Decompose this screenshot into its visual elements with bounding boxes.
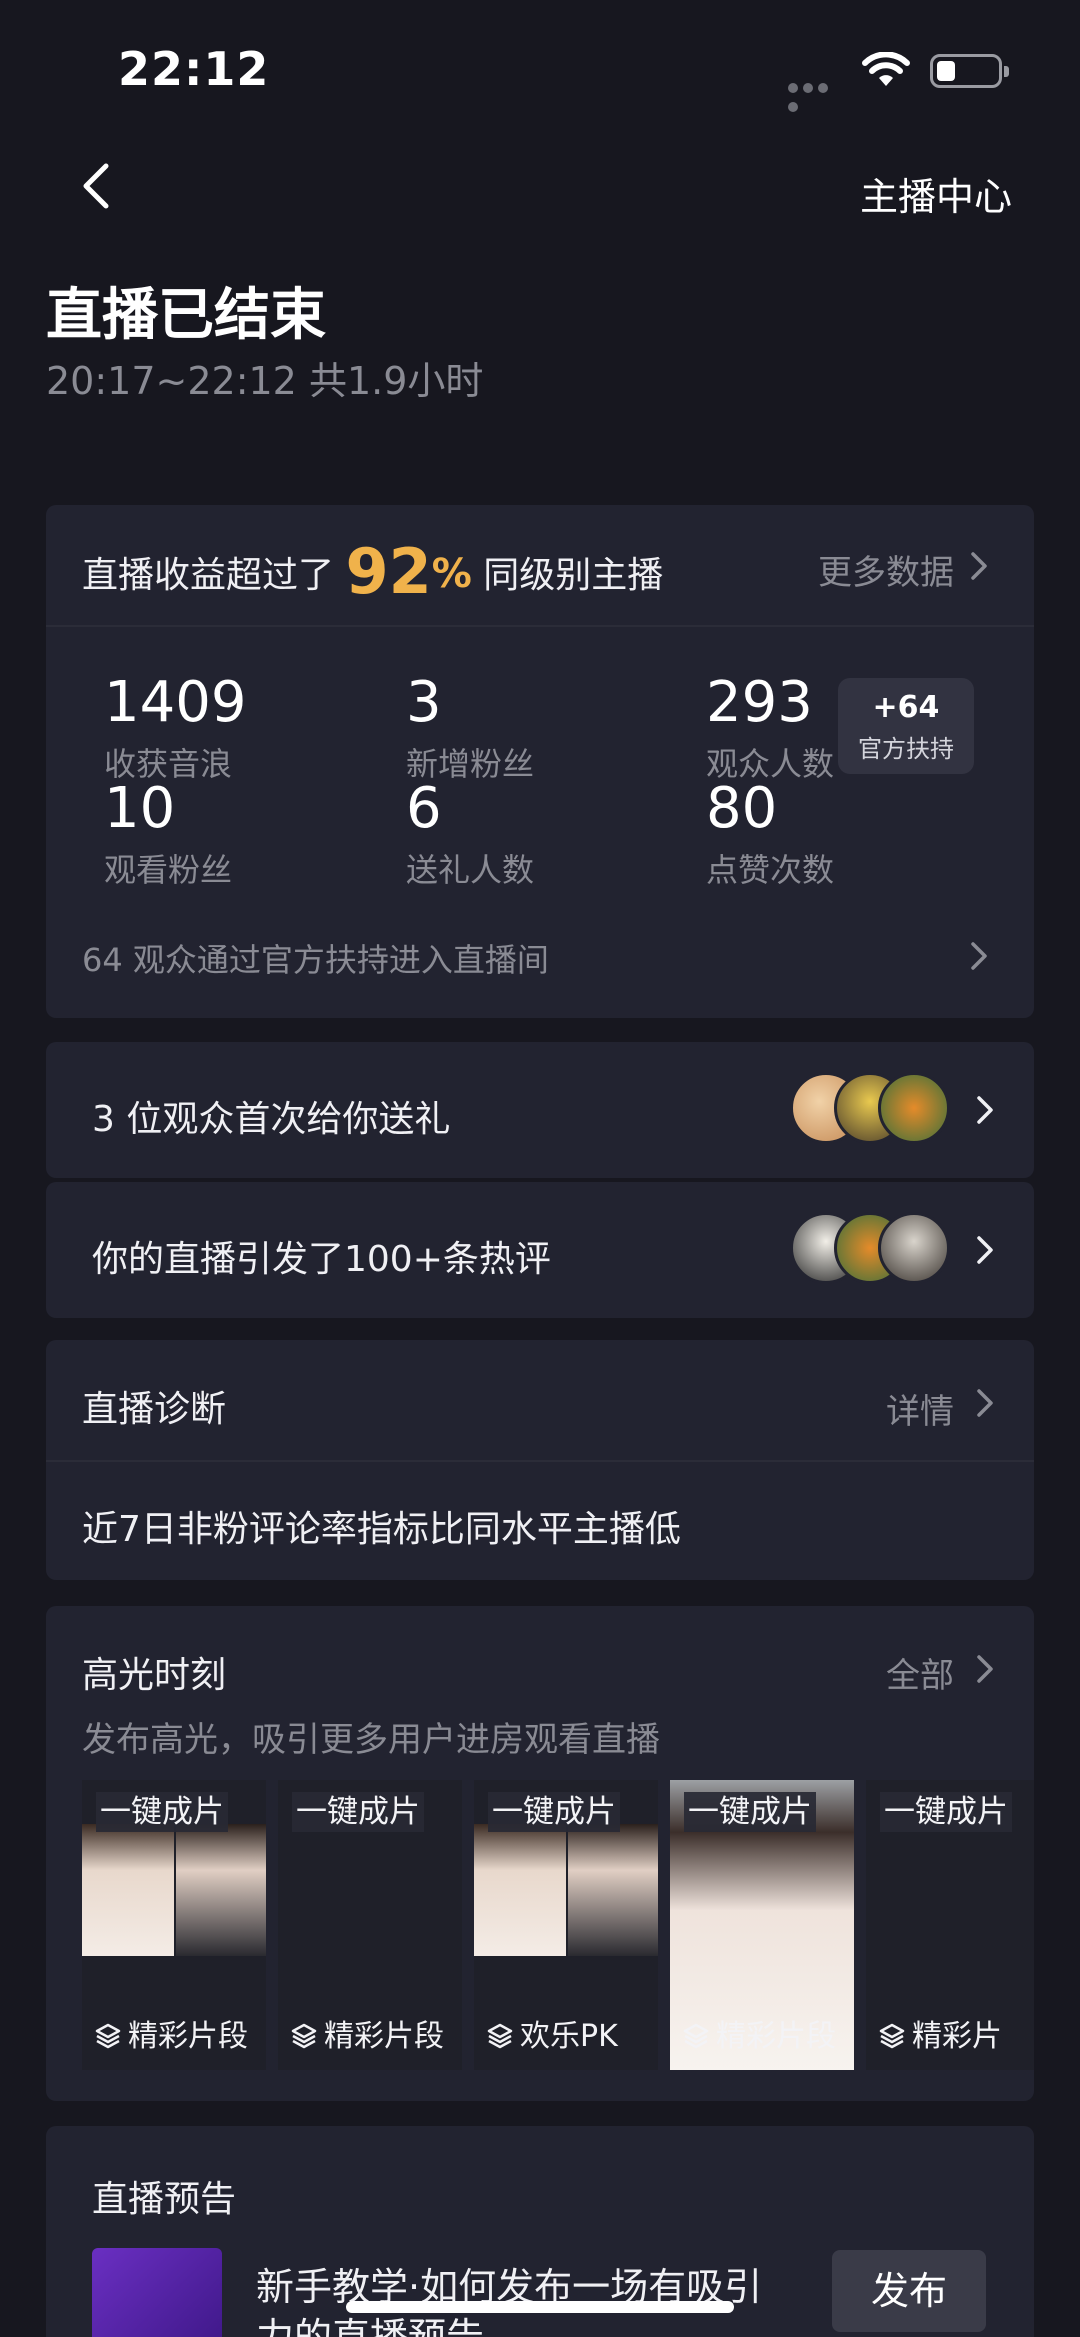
live-duration: 20:17~22:12 共1.9小时 bbox=[46, 359, 484, 403]
avatar-stack bbox=[790, 1212, 954, 1288]
highlight-clip[interactable]: 一键成片 精彩片段 bbox=[82, 1780, 266, 2070]
earnings-card: 直播收益超过了 92% 同级别主播 更多数据 1409 收获音浪 3 新增粉丝 … bbox=[46, 505, 1034, 1018]
stat-watching-fans: 10 观看粉丝 bbox=[104, 781, 232, 891]
clip-thumbnail bbox=[176, 1824, 266, 1956]
status-time: 22:12 bbox=[118, 42, 270, 96]
diagnosis-card: 直播诊断 详情 近7日非粉评论率指标比同水平主播低 bbox=[46, 1340, 1034, 1580]
first-gift-row[interactable]: 3 位观众首次给你送礼 bbox=[46, 1042, 1034, 1178]
stat-label: 观看粉丝 bbox=[104, 851, 233, 889]
earnings-percent: 92 bbox=[345, 535, 432, 608]
highlights-card: 高光时刻 全部 发布高光，吸引更多用户进房观看直播 一键成片 精彩片段 一键成片… bbox=[46, 1606, 1034, 2101]
clip-thumbnail bbox=[474, 1824, 566, 1956]
layers-icon bbox=[878, 2022, 906, 2058]
clip-thumbnail bbox=[568, 1824, 658, 1956]
clip-bottom-label: 精彩片 bbox=[912, 2019, 1002, 2054]
home-indicator[interactable] bbox=[346, 2301, 734, 2313]
anchor-center-link[interactable]: 主播中心 bbox=[860, 166, 1012, 221]
clip-top-label: 一键成片 bbox=[488, 1792, 620, 1832]
highlights-description: 发布高光，吸引更多用户进房观看直播 bbox=[82, 1720, 660, 1760]
diagnosis-title: 直播诊断 bbox=[82, 1389, 227, 1430]
clip-bottom-label: 精彩片段 bbox=[716, 2019, 836, 2054]
official-boost-badge: +64 官方扶持 bbox=[838, 678, 974, 774]
earnings-percent-sign: % bbox=[431, 551, 472, 597]
clip-top-label: 一键成片 bbox=[292, 1792, 424, 1832]
clip-top-label: 一键成片 bbox=[684, 1792, 816, 1832]
preview-thumbnail[interactable] bbox=[92, 2248, 222, 2337]
wifi-icon bbox=[862, 51, 910, 92]
earnings-headline: 直播收益超过了 92% 同级别主播 bbox=[82, 535, 663, 608]
stat-label: 点赞次数 bbox=[706, 851, 835, 889]
boost-value: +64 bbox=[872, 690, 940, 725]
stat-value: 293 bbox=[706, 670, 813, 735]
layers-icon bbox=[290, 2022, 318, 2058]
publish-button[interactable]: 发布 bbox=[832, 2250, 986, 2332]
row-label: 3 位观众首次给你送礼 bbox=[92, 1099, 451, 1140]
highlight-clip[interactable]: 一键成片 欢乐PK bbox=[474, 1780, 658, 2070]
layers-icon bbox=[682, 2022, 710, 2058]
preview-tutorial-text[interactable]: 新手教学·如何发布一场有吸引力的直播预告 bbox=[256, 2262, 776, 2337]
stat-likes: 80 点赞次数 bbox=[706, 781, 834, 891]
battery-icon bbox=[930, 54, 1009, 88]
highlight-clip[interactable]: 一键成片 精彩片段 bbox=[670, 1780, 854, 2070]
avatar bbox=[878, 1212, 950, 1284]
diagnosis-detail-link[interactable]: 详情 bbox=[886, 1384, 954, 1433]
highlights-title: 高光时刻 bbox=[82, 1655, 227, 1696]
stat-value: 3 bbox=[406, 670, 442, 735]
cellular-signal-icon bbox=[788, 78, 846, 112]
clip-top-label: 一键成片 bbox=[880, 1792, 1012, 1832]
chevron-right-icon[interactable] bbox=[970, 551, 988, 581]
chevron-right-icon[interactable] bbox=[976, 1654, 994, 1684]
clip-top-label: 一键成片 bbox=[96, 1792, 228, 1832]
boost-note[interactable]: 64 观众通过官方扶持进入直播间 bbox=[82, 935, 549, 981]
stat-value: 6 bbox=[406, 776, 442, 841]
earnings-prefix: 直播收益超过了 bbox=[82, 555, 335, 596]
row-label: 你的直播引发了100+条热评 bbox=[92, 1239, 551, 1280]
stat-value: 1409 bbox=[104, 670, 247, 735]
chevron-right-icon[interactable] bbox=[970, 941, 988, 971]
back-arrow-icon[interactable] bbox=[76, 160, 116, 212]
highlight-clips-strip[interactable]: 一键成片 精彩片段 一键成片 精彩片段 一键成片 欢乐PK 一键成片 精彩片段 … bbox=[82, 1780, 1034, 2070]
avatar-stack bbox=[790, 1072, 954, 1148]
divider bbox=[46, 1460, 1034, 1462]
divider bbox=[46, 625, 1034, 627]
stat-new-fans: 3 新增粉丝 bbox=[406, 675, 534, 785]
stat-sound-waves: 1409 收获音浪 bbox=[104, 675, 247, 785]
highlights-all-link[interactable]: 全部 bbox=[886, 1648, 954, 1697]
stat-gifters: 6 送礼人数 bbox=[406, 781, 534, 891]
more-data-link[interactable]: 更多数据 bbox=[818, 545, 954, 594]
page-title: 直播已结束 bbox=[46, 283, 326, 348]
stat-value: 80 bbox=[706, 776, 778, 841]
avatar bbox=[878, 1072, 950, 1144]
highlight-clip[interactable]: 一键成片 精彩片 bbox=[866, 1780, 1034, 2070]
clip-bottom-label: 欢乐PK bbox=[520, 2019, 618, 2054]
layers-icon bbox=[486, 2022, 514, 2058]
chevron-right-icon[interactable] bbox=[976, 1095, 994, 1125]
clip-thumbnail bbox=[82, 1824, 174, 1956]
preview-title: 直播预告 bbox=[92, 2179, 237, 2220]
hot-comments-row[interactable]: 你的直播引发了100+条热评 bbox=[46, 1182, 1034, 1318]
stat-viewers: 293 观众人数 bbox=[706, 675, 834, 785]
highlight-clip[interactable]: 一键成片 精彩片段 bbox=[278, 1780, 462, 2070]
clip-bottom-label: 精彩片段 bbox=[324, 2019, 444, 2054]
chevron-right-icon[interactable] bbox=[976, 1388, 994, 1418]
clip-bottom-label: 精彩片段 bbox=[128, 2019, 248, 2054]
stat-label: 送礼人数 bbox=[406, 851, 535, 889]
earnings-suffix: 同级别主播 bbox=[483, 555, 664, 596]
boost-label: 官方扶持 bbox=[858, 735, 954, 763]
layers-icon bbox=[94, 2022, 122, 2058]
chevron-right-icon[interactable] bbox=[976, 1235, 994, 1265]
diagnosis-text: 近7日非粉评论率指标比同水平主播低 bbox=[82, 1509, 681, 1550]
stat-value: 10 bbox=[104, 776, 176, 841]
